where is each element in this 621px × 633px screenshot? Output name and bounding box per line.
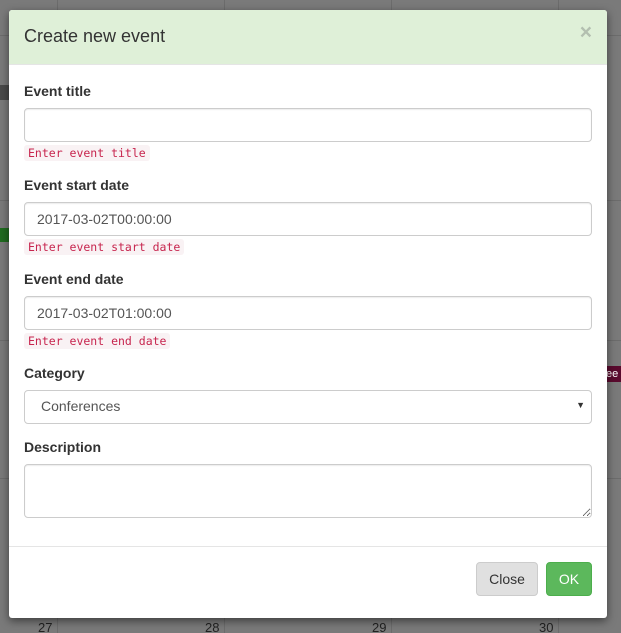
calendar-date: 29 [372, 620, 387, 633]
category-selected-value[interactable]: Conferences [24, 390, 592, 424]
modal-title: Create new event [24, 26, 166, 46]
category-label: Category [24, 365, 85, 381]
event-start-hint: Enter event start date [24, 239, 185, 255]
event-title-group: Event title Enter event title [24, 83, 592, 162]
calendar-date-row: 27 28 29 30 [0, 620, 621, 633]
calendar-date: 27 [38, 620, 53, 633]
description-group: Description [24, 439, 592, 518]
close-button[interactable]: Close [476, 562, 538, 596]
event-title-input[interactable] [24, 108, 592, 142]
event-start-group: Event start date Enter event start date [24, 177, 592, 256]
modal-header: Create new event × [9, 10, 607, 65]
description-label: Description [24, 439, 102, 455]
ok-button[interactable]: OK [546, 562, 592, 596]
category-select[interactable]: Conferences ▼ [24, 390, 592, 424]
event-title-hint: Enter event title [24, 145, 150, 161]
modal-footer: Close OK [9, 546, 607, 618]
event-start-input[interactable] [24, 202, 592, 236]
event-end-label: Event end date [24, 271, 124, 287]
category-group: Category Conferences ▼ [24, 365, 592, 424]
event-title-label: Event title [24, 83, 91, 99]
calendar-date: 28 [205, 620, 220, 633]
create-event-modal: Create new event × Event title Enter eve… [9, 10, 607, 618]
description-textarea[interactable] [24, 464, 592, 518]
event-end-hint: Enter event end date [24, 333, 171, 349]
event-start-label: Event start date [24, 177, 130, 193]
event-end-input[interactable] [24, 296, 592, 330]
calendar-date: 30 [539, 620, 554, 633]
event-end-group: Event end date Enter event end date [24, 271, 592, 350]
close-icon[interactable]: × [580, 22, 592, 43]
chevron-down-icon[interactable]: ▼ [576, 400, 585, 410]
